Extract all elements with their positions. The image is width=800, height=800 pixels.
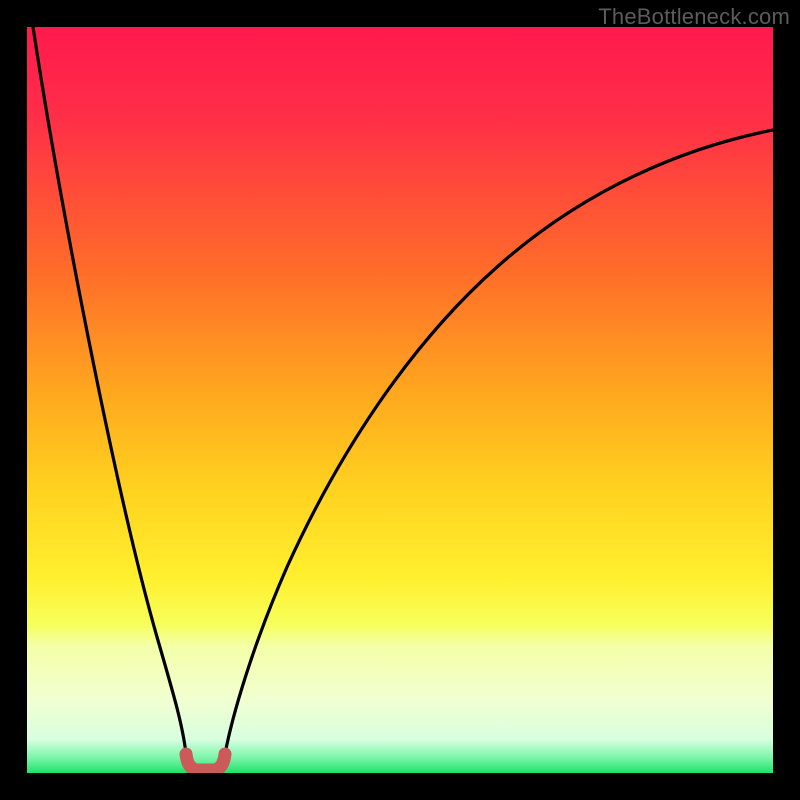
curve-layer (27, 27, 773, 773)
outer-frame: TheBottleneck.com (0, 0, 800, 800)
plot-area (27, 27, 773, 773)
curve-right-branch (225, 130, 773, 754)
curve-left-branch (33, 27, 186, 754)
u-marker (186, 754, 225, 770)
